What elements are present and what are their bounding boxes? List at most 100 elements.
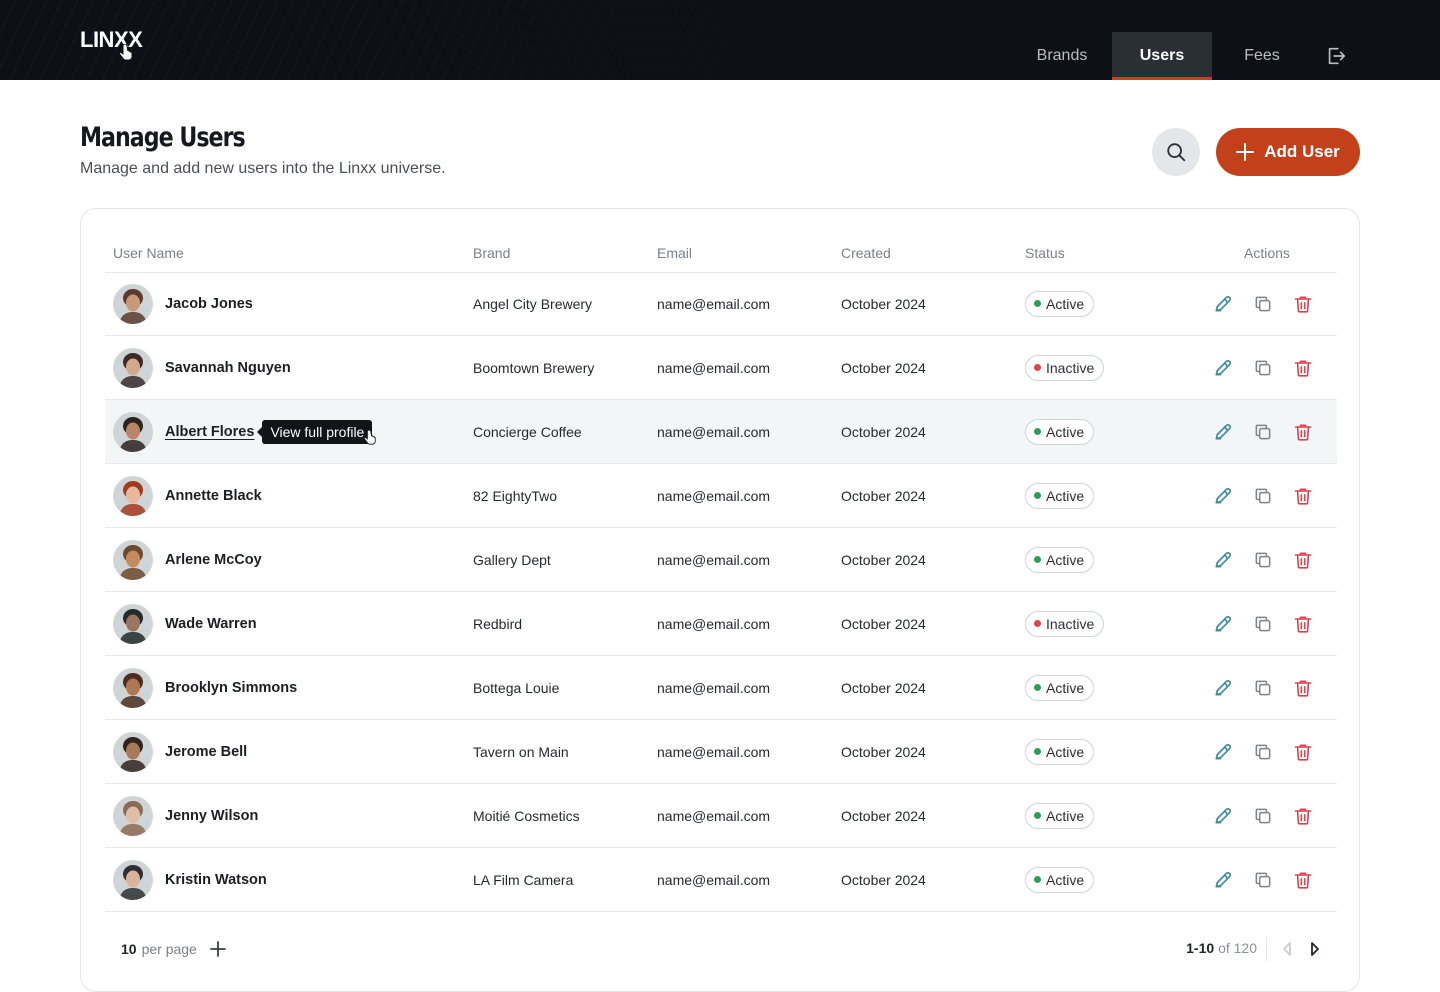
- edit-button[interactable]: [1213, 678, 1233, 698]
- pencil-icon: [1215, 359, 1231, 375]
- created-cell: October 2024: [841, 295, 926, 312]
- copy-button[interactable]: [1253, 742, 1273, 762]
- edit-button[interactable]: [1213, 422, 1233, 442]
- pagination-range: 1-10 of 120: [1186, 940, 1257, 956]
- table-row[interactable]: Brooklyn Simmons Bottega Louie name@email.…: [105, 656, 1337, 720]
- pagination-range-value: 1-10: [1186, 940, 1215, 956]
- user-name-link[interactable]: Jerome Bell: [165, 744, 247, 760]
- status-label: Inactive: [1046, 615, 1095, 632]
- user-name-link[interactable]: Kristin Watson: [165, 872, 267, 888]
- user-cell: Arlene McCoy: [113, 528, 262, 591]
- table-row[interactable]: Kristin Watson LA Film Camera name@email.c…: [105, 848, 1337, 912]
- edit-button[interactable]: [1213, 870, 1233, 890]
- avatar[interactable]: [113, 347, 153, 388]
- col-header-user-name[interactable]: User Name: [113, 245, 184, 261]
- search-button[interactable]: [1152, 128, 1200, 176]
- table-row[interactable]: Jenny Wilson Moitié Cosmetics name@email.c…: [105, 784, 1337, 848]
- edit-button[interactable]: [1213, 294, 1233, 314]
- edit-button[interactable]: [1213, 806, 1233, 826]
- next-page-button[interactable]: [1307, 940, 1323, 963]
- user-name-link[interactable]: Albert Flores: [165, 424, 254, 440]
- table-row[interactable]: Jacob Jones Angel City Brewery name@email.…: [105, 272, 1337, 336]
- status-badge: Active: [1025, 866, 1095, 893]
- col-header-email[interactable]: Email: [657, 245, 692, 261]
- edit-button[interactable]: [1213, 550, 1233, 570]
- table-body: Jacob Jones Angel City Brewery name@email.…: [105, 272, 1337, 912]
- pencil-icon: [1215, 423, 1231, 439]
- copy-button[interactable]: [1253, 422, 1273, 442]
- status-label: Active: [1046, 295, 1085, 312]
- status-badge: Active: [1025, 802, 1095, 829]
- copy-icon: [1255, 744, 1271, 759]
- edit-button[interactable]: [1213, 614, 1233, 634]
- user-name-link[interactable]: Arlene McCoy: [165, 552, 262, 568]
- table-row[interactable]: Savannah Nguyen Boomtown Brewery name@emai…: [105, 336, 1337, 400]
- col-header-brand[interactable]: Brand: [473, 245, 510, 261]
- avatar[interactable]: [113, 411, 153, 452]
- logout-button[interactable]: [1312, 32, 1360, 80]
- hand-cursor-icon: [363, 430, 376, 445]
- table-row[interactable]: Jerome Bell Tavern on Main name@email.com O…: [105, 720, 1337, 784]
- avatar[interactable]: [113, 667, 153, 708]
- col-header-status[interactable]: Status: [1025, 245, 1065, 261]
- edit-button[interactable]: [1213, 742, 1233, 762]
- row-actions: [1213, 272, 1313, 335]
- avatar[interactable]: [113, 539, 153, 580]
- pencil-icon: [1215, 615, 1231, 631]
- avatar[interactable]: [113, 603, 153, 644]
- delete-button[interactable]: [1293, 870, 1313, 890]
- table-row[interactable]: Annette Black 82 EightyTwo name@email.com O…: [105, 464, 1337, 528]
- prev-page-button[interactable]: [1279, 940, 1295, 963]
- per-page-value[interactable]: 10: [121, 941, 137, 957]
- status-cell: Inactive: [1025, 592, 1105, 655]
- delete-button[interactable]: [1293, 742, 1313, 762]
- delete-button[interactable]: [1293, 358, 1313, 378]
- avatar[interactable]: [113, 731, 153, 772]
- copy-button[interactable]: [1253, 550, 1273, 570]
- user-name-link[interactable]: Jacob Jones: [165, 296, 253, 312]
- copy-button[interactable]: [1253, 870, 1273, 890]
- nav-users[interactable]: Users: [1112, 32, 1212, 80]
- avatar[interactable]: [113, 283, 153, 324]
- brand-cell: 82 EightyTwo: [473, 487, 558, 504]
- delete-button[interactable]: [1293, 806, 1313, 826]
- delete-button[interactable]: [1293, 614, 1313, 634]
- copy-button[interactable]: [1253, 294, 1273, 314]
- copy-button[interactable]: [1253, 358, 1273, 378]
- copy-button[interactable]: [1253, 806, 1273, 826]
- nav-fees[interactable]: Fees: [1212, 32, 1312, 80]
- edit-button[interactable]: [1213, 486, 1233, 506]
- nav-brands[interactable]: Brands: [1012, 32, 1112, 80]
- col-header-created[interactable]: Created: [841, 245, 891, 261]
- user-name-link[interactable]: Jenny Wilson: [165, 808, 258, 824]
- delete-button[interactable]: [1293, 678, 1313, 698]
- trash-icon: [1294, 616, 1312, 633]
- copy-button[interactable]: [1253, 486, 1273, 506]
- table-row[interactable]: Albert Flores View full profile Concierge …: [105, 400, 1337, 464]
- avatar[interactable]: [113, 859, 153, 900]
- table-row[interactable]: Arlene McCoy Gallery Dept name@email.com Oc…: [105, 528, 1337, 592]
- user-cell: Albert Flores View full profile: [113, 400, 373, 463]
- table-row[interactable]: Wade Warren Redbird name@email.com October …: [105, 592, 1337, 656]
- user-name-link[interactable]: Brooklyn Simmons: [165, 680, 297, 696]
- per-page-increase-button[interactable]: [209, 940, 227, 958]
- add-user-button[interactable]: Add User: [1216, 128, 1360, 176]
- copy-button[interactable]: [1253, 614, 1273, 634]
- avatar[interactable]: [113, 795, 153, 836]
- delete-button[interactable]: [1293, 486, 1313, 506]
- user-name-link[interactable]: Wade Warren: [165, 616, 257, 632]
- user-name-link[interactable]: Savannah Nguyen: [165, 360, 291, 376]
- avatar[interactable]: [113, 475, 153, 516]
- user-name-link[interactable]: Annette Black: [165, 488, 262, 504]
- row-actions: [1213, 592, 1313, 655]
- delete-button[interactable]: [1293, 294, 1313, 314]
- email-cell: name@email.com: [657, 615, 771, 632]
- delete-button[interactable]: [1293, 550, 1313, 570]
- row-actions: [1213, 400, 1313, 463]
- plus-icon: [1236, 143, 1255, 161]
- status-label: Active: [1046, 871, 1085, 888]
- copy-button[interactable]: [1253, 678, 1273, 698]
- edit-button[interactable]: [1213, 358, 1233, 378]
- delete-button[interactable]: [1293, 422, 1313, 442]
- user-cell: Brooklyn Simmons: [113, 656, 297, 719]
